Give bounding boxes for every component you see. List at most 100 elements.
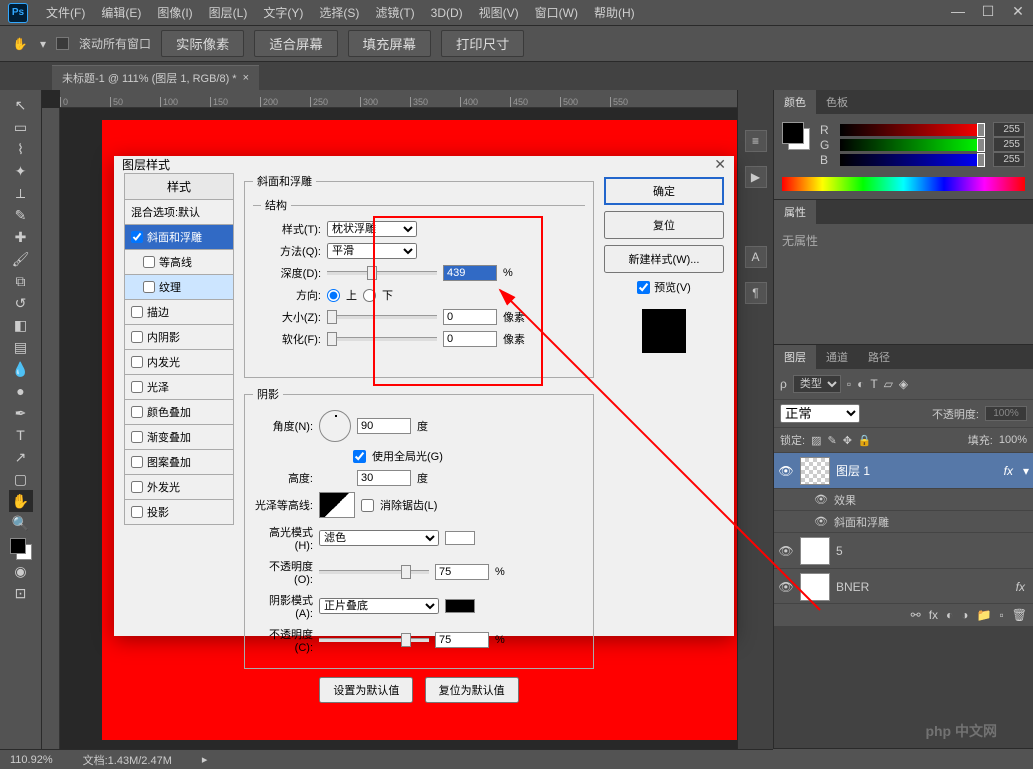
styles-header[interactable]: 样式 (124, 173, 234, 200)
paragraph-panel-icon[interactable]: ¶ (745, 282, 767, 304)
layers-tab[interactable]: 图层 (774, 345, 816, 369)
outer-glow-checkbox[interactable] (131, 481, 143, 493)
pattern-overlay-checkbox[interactable] (131, 456, 143, 468)
foreground-background-colors[interactable] (10, 538, 32, 560)
menu-layer[interactable]: 图层(L) (201, 4, 256, 21)
size-slider[interactable] (327, 315, 437, 319)
group-icon[interactable]: 📁 (977, 608, 992, 622)
clone-tool[interactable]: ⧉ (9, 270, 33, 292)
style-select[interactable]: 枕状浮雕 (327, 221, 417, 237)
pen-tool[interactable]: ✒ (9, 402, 33, 424)
gradient-overlay-checkbox[interactable] (131, 431, 143, 443)
brush-tool[interactable]: 🖌 (9, 248, 33, 270)
texture-item[interactable]: 纹理 (124, 275, 234, 300)
satin-checkbox[interactable] (131, 381, 143, 393)
actual-pixels-button[interactable]: 实际像素 (161, 30, 244, 57)
dialog-close-button[interactable]: ✕ (714, 156, 726, 173)
shadow-color-swatch[interactable] (445, 599, 475, 613)
document-tab[interactable]: 未标题-1 @ 111% (图层 1, RGB/8) * × (52, 65, 259, 90)
contour-item[interactable]: 等高线 (124, 250, 234, 275)
ok-button[interactable]: 确定 (604, 177, 724, 205)
layer-visibility-icon[interactable]: 👁 (778, 580, 794, 594)
actions-panel-icon[interactable]: ▶ (745, 166, 767, 188)
new-style-button[interactable]: 新建样式(W)... (604, 245, 724, 273)
angle-dial[interactable] (319, 410, 351, 442)
lasso-tool[interactable]: ⌇ (9, 138, 33, 160)
eyedropper-tool[interactable]: ✎ (9, 204, 33, 226)
highlight-opacity-input[interactable] (435, 564, 489, 580)
color-overlay-item[interactable]: 颜色叠加 (124, 400, 234, 425)
b-slider[interactable] (840, 154, 985, 166)
layer-bevel-row[interactable]: 👁 斜面和浮雕 (774, 511, 1033, 533)
layer-item-3[interactable]: 👁 BNER fx (774, 569, 1033, 603)
marquee-tool[interactable]: ▭ (9, 116, 33, 138)
history-panel-icon[interactable]: ≡ (745, 130, 767, 152)
gradient-tool[interactable]: ▤ (9, 336, 33, 358)
print-size-button[interactable]: 打印尺寸 (441, 30, 524, 57)
global-light-checkbox[interactable] (353, 450, 366, 463)
drop-shadow-checkbox[interactable] (131, 506, 143, 518)
minimize-button[interactable]: — (943, 0, 973, 22)
depth-slider[interactable] (327, 271, 437, 275)
fit-screen-button[interactable]: 适合屏幕 (254, 30, 337, 57)
layer-visibility-icon[interactable]: 👁 (778, 464, 794, 478)
status-chevron-icon[interactable]: ▸ (202, 753, 208, 766)
blend-mode-select[interactable]: 正常 (780, 404, 860, 423)
opacity-value[interactable]: 100% (985, 406, 1027, 421)
layer-item-1[interactable]: 👁 图层 1 fx ▾ (774, 453, 1033, 489)
texture-checkbox[interactable] (143, 281, 155, 293)
layer-kind-select[interactable]: 类型 (793, 375, 841, 393)
highlight-opacity-slider[interactable] (319, 570, 429, 574)
foreground-color[interactable] (10, 538, 26, 554)
document-info[interactable]: 文档:1.43M/2.47M (83, 752, 172, 768)
chevron-down-icon[interactable]: ▾ (1023, 464, 1029, 478)
menu-window[interactable]: 窗口(W) (527, 4, 586, 21)
layer-fx-badge[interactable]: fx (1004, 464, 1017, 478)
highlight-mode-select[interactable]: 滤色 (319, 530, 439, 546)
menu-edit[interactable]: 编辑(E) (93, 4, 149, 21)
lock-position-icon[interactable]: ✥ (843, 434, 852, 447)
direction-down-radio[interactable] (363, 289, 376, 302)
new-layer-icon[interactable]: ▫ (1000, 608, 1004, 622)
lock-paint-icon[interactable]: ✎ (827, 434, 836, 447)
move-tool[interactable]: ↖ (9, 94, 33, 116)
filter-pixel-icon[interactable]: ▫ (847, 377, 851, 391)
pattern-overlay-item[interactable]: 图案叠加 (124, 450, 234, 475)
layer-style-icon[interactable]: fx (929, 608, 938, 622)
layer-fx-badge[interactable]: fx (1016, 580, 1029, 594)
menu-file[interactable]: 文件(F) (38, 4, 93, 21)
zoom-level[interactable]: 110.92% (10, 754, 53, 766)
menu-select[interactable]: 选择(S) (311, 4, 367, 21)
shadow-opacity-input[interactable] (435, 632, 489, 648)
menu-image[interactable]: 图像(I) (149, 4, 200, 21)
effects-eye-icon[interactable]: 👁 (814, 493, 828, 506)
angle-input[interactable] (357, 418, 411, 434)
adjustment-icon[interactable]: ◑ (961, 608, 968, 622)
direction-up-radio[interactable] (327, 289, 340, 302)
shadow-mode-select[interactable]: 正片叠底 (319, 598, 439, 614)
blending-options-item[interactable]: 混合选项:默认 (124, 200, 234, 225)
g-slider[interactable] (840, 139, 985, 151)
bevel-checkbox[interactable] (131, 231, 143, 243)
properties-tab[interactable]: 属性 (774, 200, 816, 224)
history-brush-tool[interactable]: ↺ (9, 292, 33, 314)
inner-shadow-item[interactable]: 内阴影 (124, 325, 234, 350)
scroll-all-checkbox[interactable] (56, 37, 69, 50)
delete-layer-icon[interactable]: 🗑 (1012, 608, 1027, 622)
g-value[interactable]: 255 (993, 137, 1025, 152)
layer-visibility-icon[interactable]: 👁 (778, 544, 794, 558)
contour-picker[interactable] (319, 492, 355, 518)
cancel-button[interactable]: 复位 (604, 211, 724, 239)
b-value[interactable]: 255 (993, 152, 1025, 167)
layer-item-2[interactable]: 👁 5 (774, 533, 1033, 569)
soften-slider[interactable] (327, 337, 437, 341)
layer-effects-row[interactable]: 👁 效果 (774, 489, 1033, 511)
dropdown-icon[interactable]: ▾ (40, 37, 46, 51)
color-current-swatch[interactable] (782, 122, 812, 152)
antialias-checkbox[interactable] (361, 499, 374, 512)
menu-help[interactable]: 帮助(H) (586, 4, 643, 21)
healing-tool[interactable]: ✚ (9, 226, 33, 248)
layer-name[interactable]: 图层 1 (836, 462, 870, 479)
drop-shadow-item[interactable]: 投影 (124, 500, 234, 525)
dodge-tool[interactable]: ● (9, 380, 33, 402)
